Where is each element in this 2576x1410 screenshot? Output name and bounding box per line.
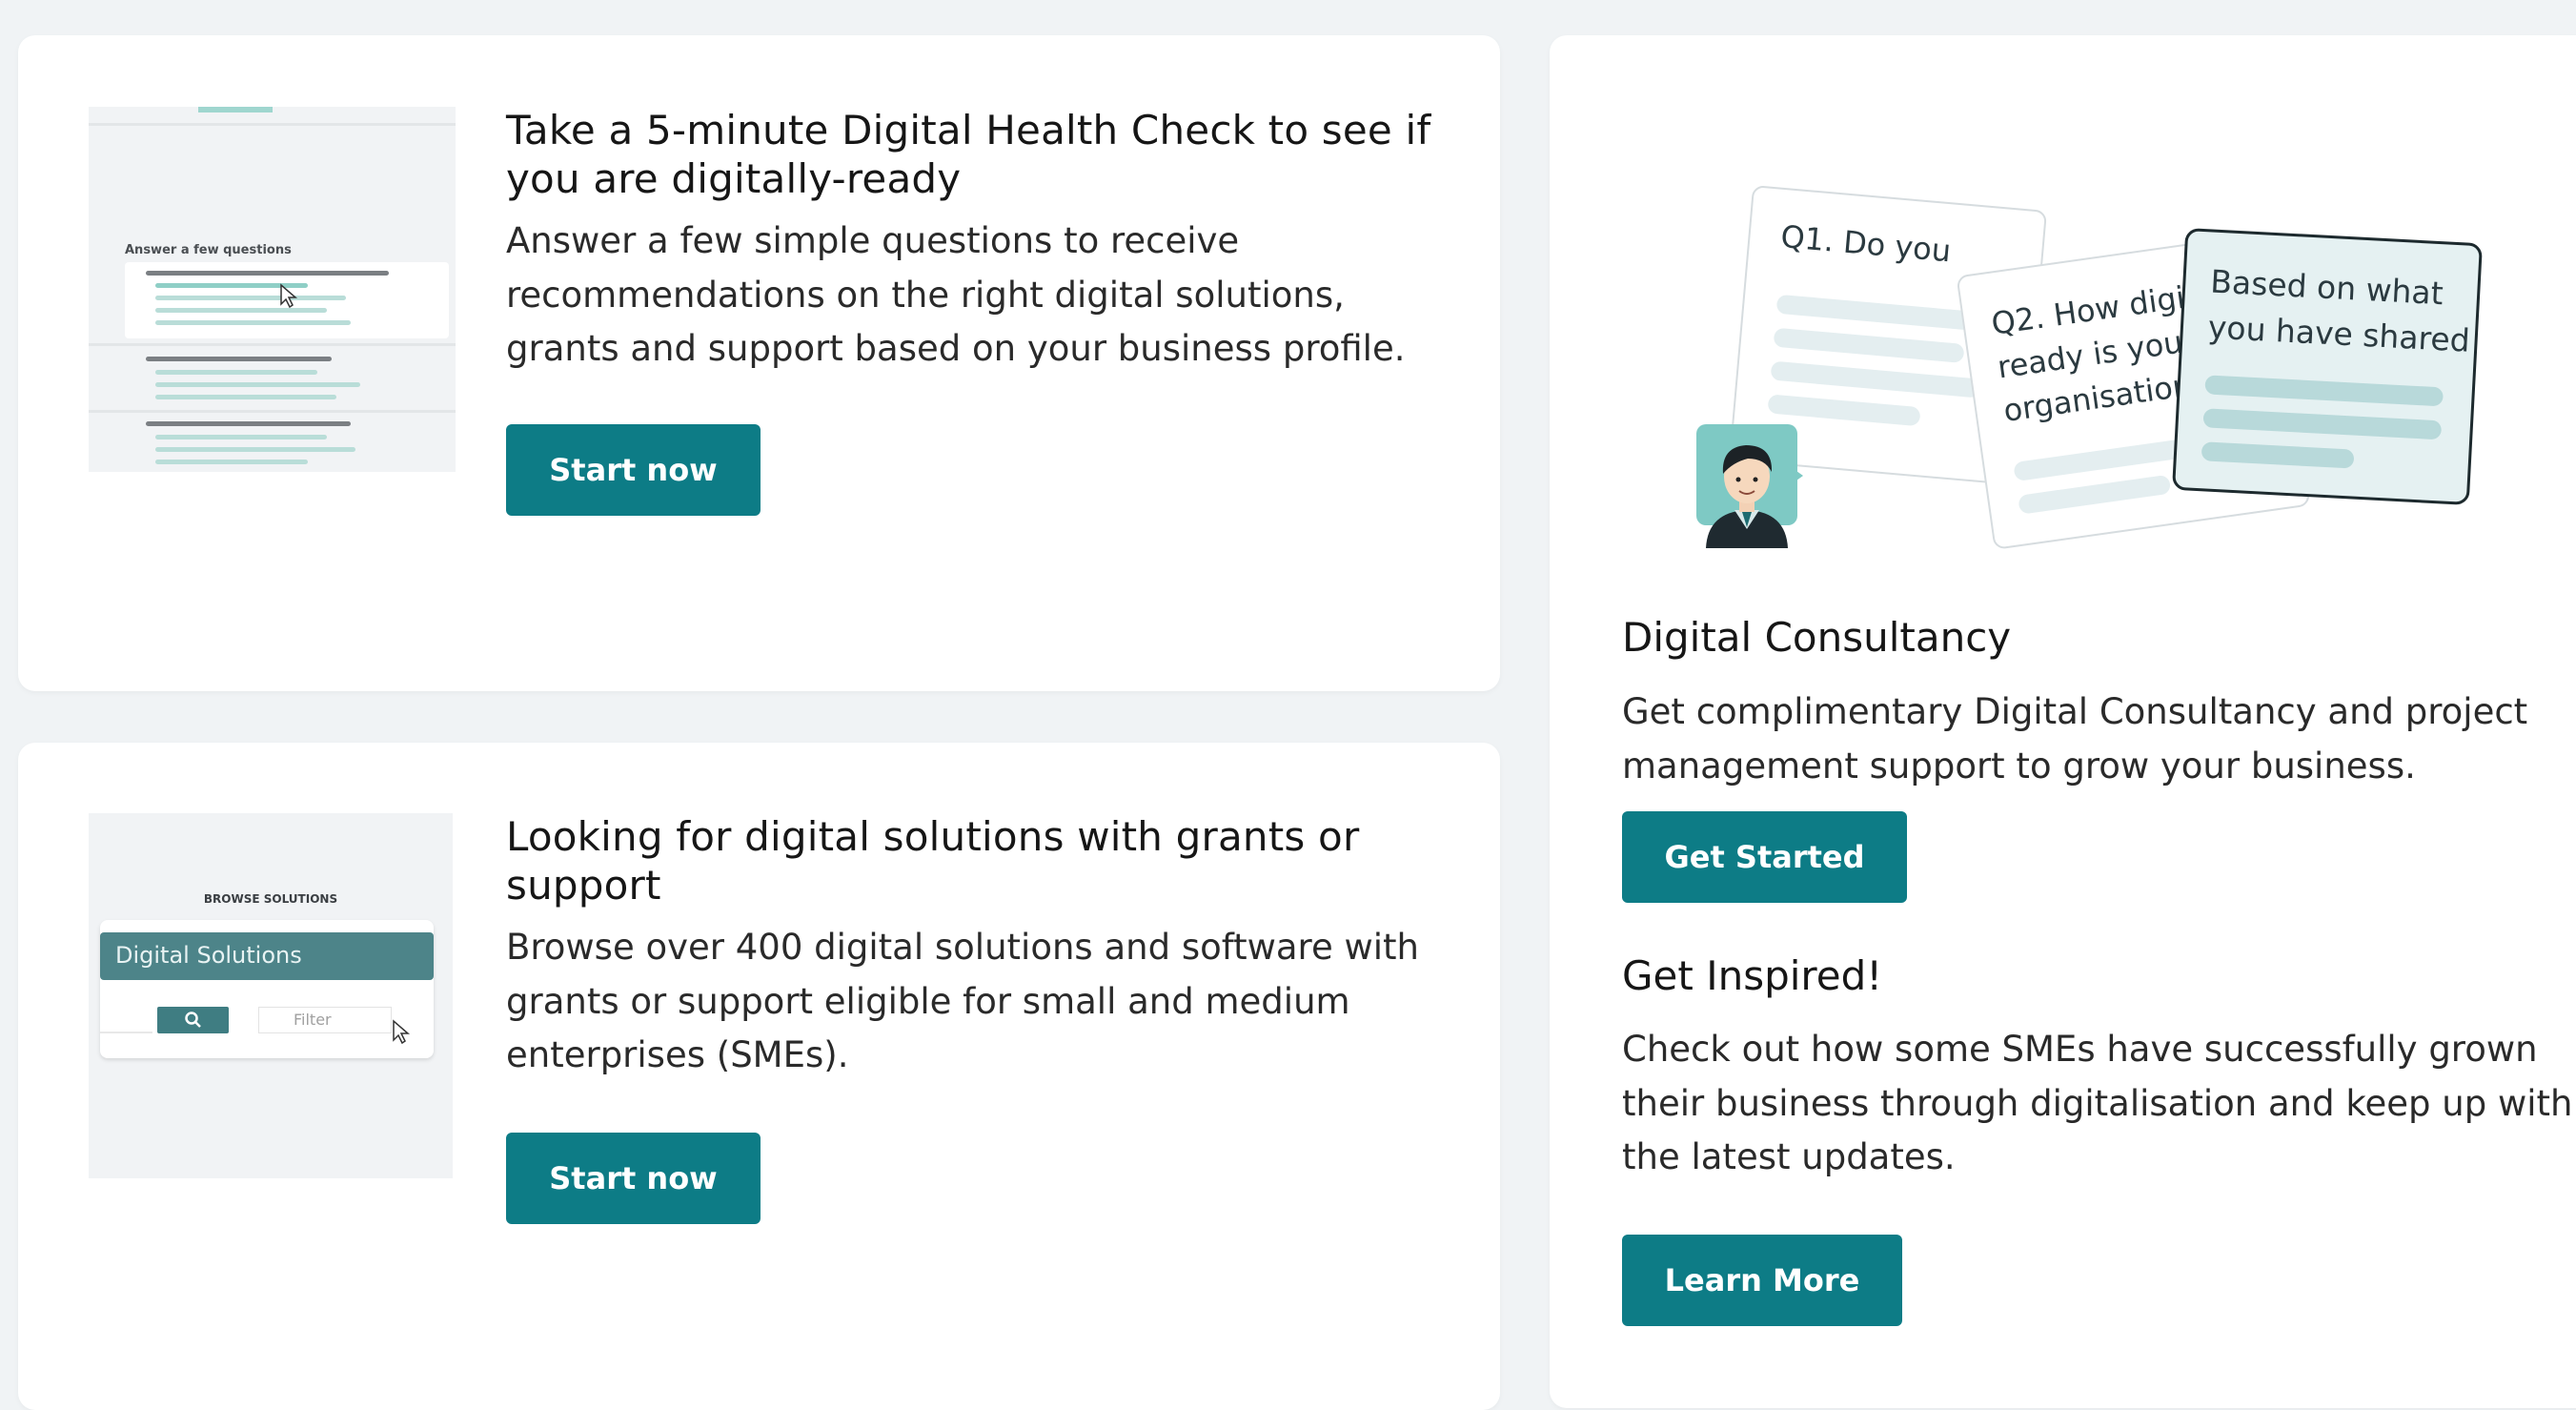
thumb-filter-field: Filter — [258, 1007, 392, 1033]
cursor-icon — [280, 283, 298, 308]
health-check-thumbnail: Answer a few questions — [89, 107, 456, 472]
consultancy-description: Get complimentary Digital Consultancy an… — [1622, 691, 2528, 787]
health-check-card: Answer a few questions Take a 5-minute D… — [18, 35, 1500, 691]
result-card: Based on what you have shared — [2172, 228, 2483, 505]
solutions-title: Looking for digital solutions with grant… — [506, 813, 1360, 909]
search-icon — [185, 1012, 201, 1028]
consultancy-illustration: Q1. Do you Q2. How digit ready is your o… — [1664, 150, 2522, 550]
consultancy-card: Q1. Do you Q2. How digit ready is your o… — [1550, 35, 2576, 1408]
solutions-start-button[interactable]: Start now — [506, 1133, 761, 1224]
inspired-title: Get Inspired! — [1622, 952, 1883, 999]
solutions-card: BROWSE SOLUTIONS Digital Solutions Filte… — [18, 743, 1500, 1410]
thumb-search-button — [157, 1007, 229, 1033]
learn-more-button[interactable]: Learn More — [1622, 1235, 1902, 1326]
get-started-button[interactable]: Get Started — [1622, 811, 1907, 903]
solutions-description: Browse over 400 digital solutions and so… — [506, 927, 1419, 1075]
thumb-digital-solutions-bar: Digital Solutions — [100, 932, 434, 980]
thumb-heading: BROWSE SOLUTIONS — [203, 892, 338, 906]
health-check-description: Answer a few simple questions to receive… — [506, 220, 1406, 369]
health-check-title: Take a 5-minute Digital Health Check to … — [506, 107, 1431, 202]
cursor-icon — [393, 1019, 411, 1045]
health-check-start-button[interactable]: Start now — [506, 424, 761, 516]
person-icon — [1706, 445, 1788, 548]
thumb-heading: Answer a few questions — [125, 243, 292, 257]
consultancy-title: Digital Consultancy — [1622, 614, 2012, 661]
inspired-description: Check out how some SMEs have successfull… — [1622, 1029, 2573, 1177]
solutions-thumbnail: BROWSE SOLUTIONS Digital Solutions Filte… — [89, 813, 453, 1178]
avatar — [1696, 424, 1803, 548]
